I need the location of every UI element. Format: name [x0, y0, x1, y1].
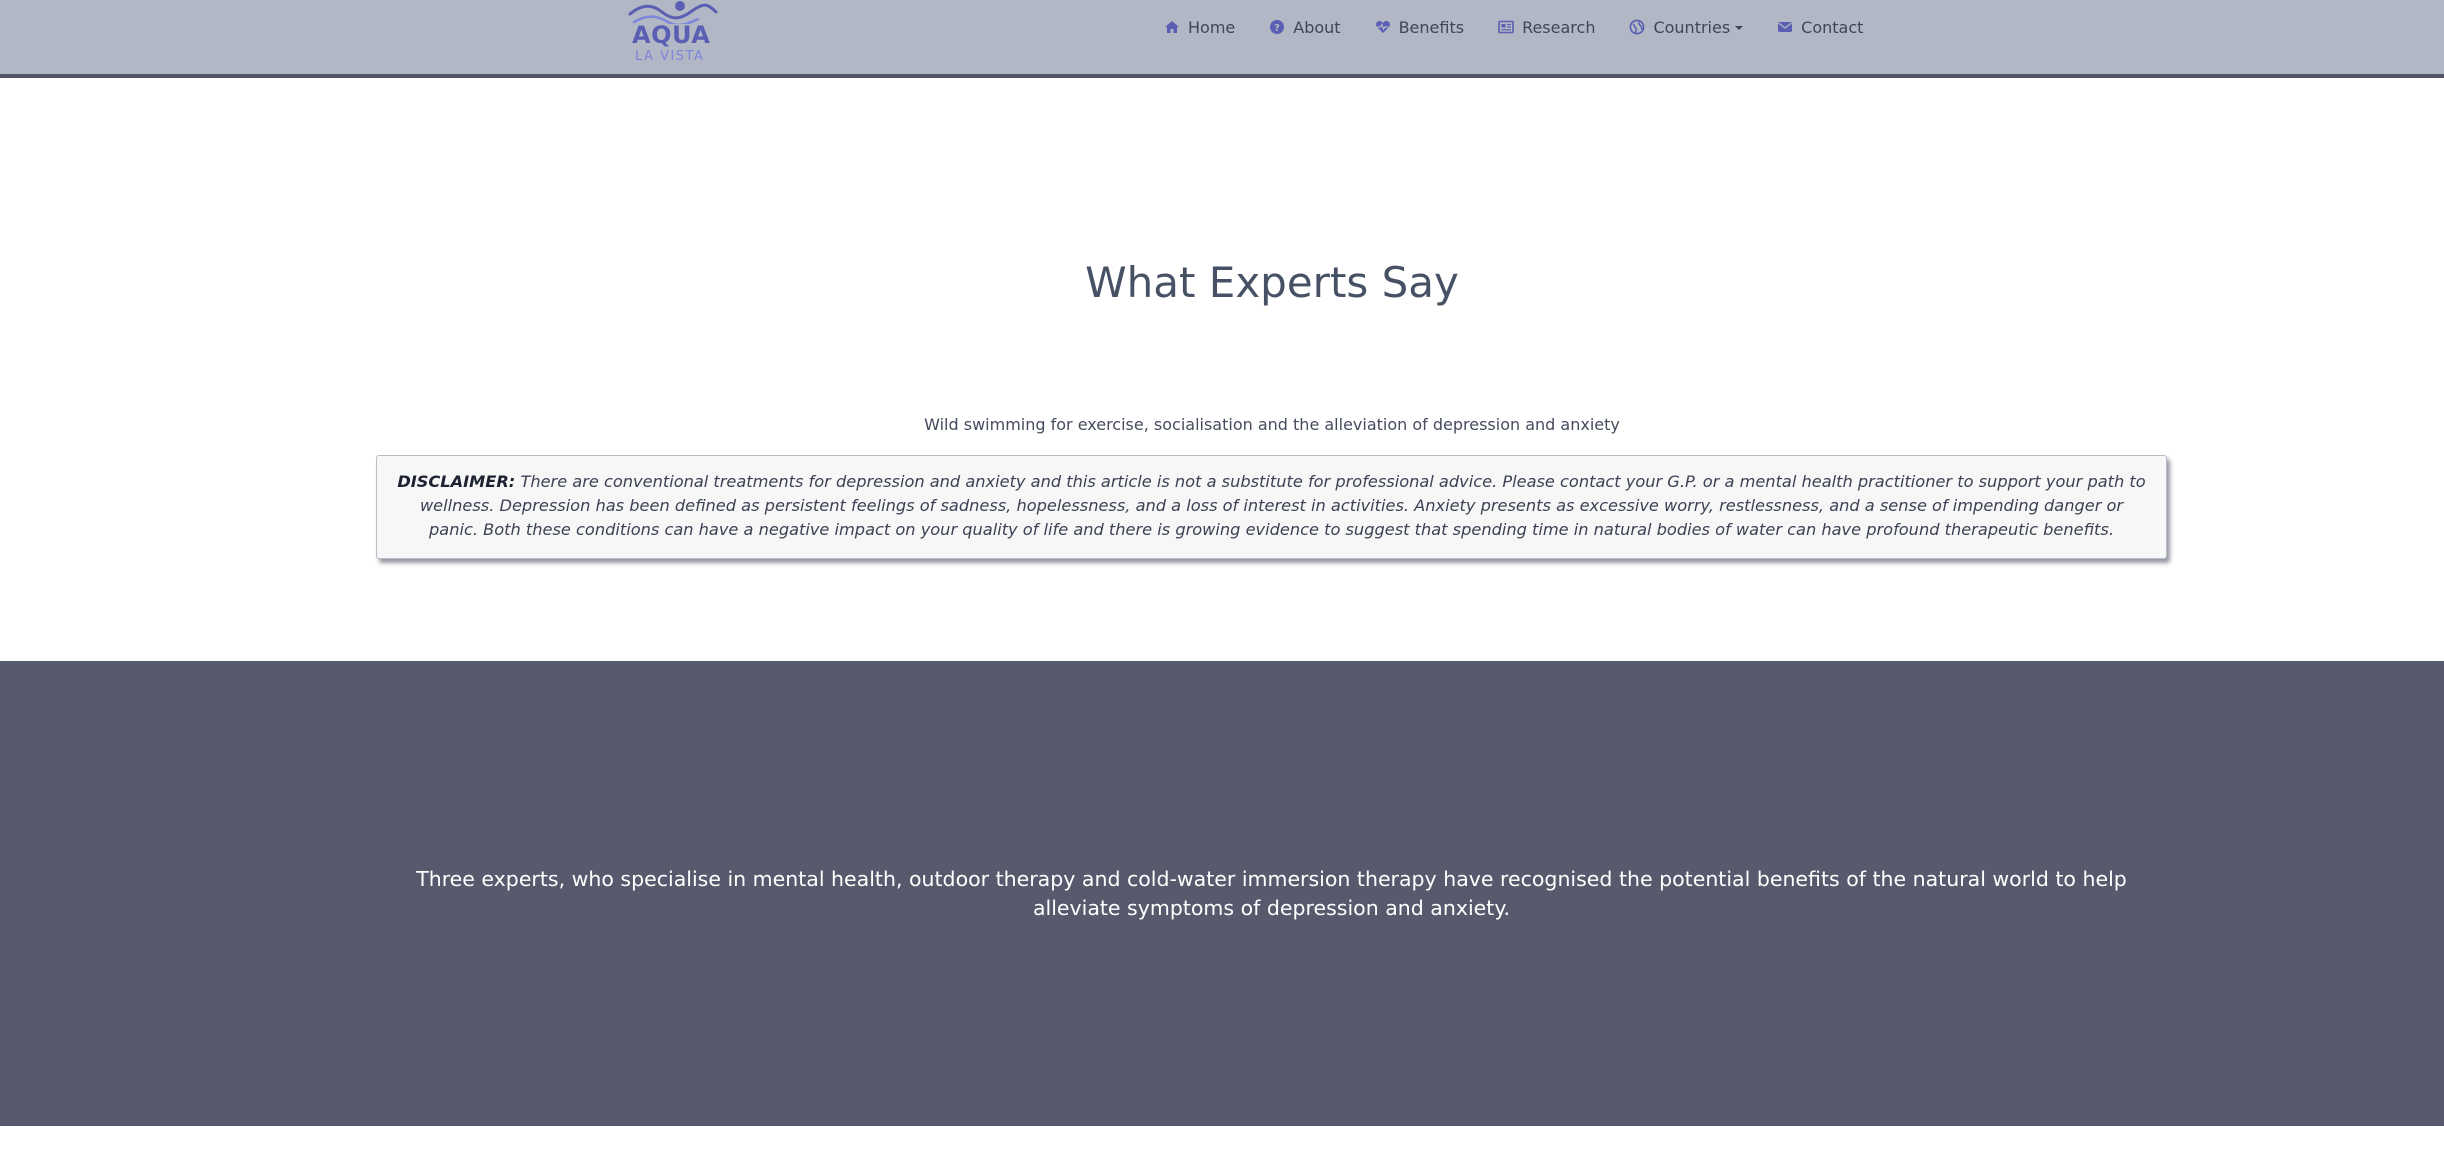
- heartbeat-icon: [1375, 21, 1390, 33]
- brand-tagline: LA VISTA: [635, 49, 705, 64]
- nav-item-label: Home: [1188, 17, 1236, 37]
- main-nav: Home ? About Benefits Research Countries…: [1164, 16, 1863, 38]
- brand-name: AQUA: [632, 21, 711, 49]
- nav-item-label: Contact: [1801, 17, 1864, 37]
- disclaimer-box: DISCLAIMER: There are conventional treat…: [376, 455, 2167, 559]
- nav-item-contact[interactable]: Contact: [1777, 18, 1863, 37]
- nav-item-label: Benefits: [1398, 17, 1465, 37]
- experts-intro-section: Three experts, who specialise in mental …: [0, 661, 2444, 1126]
- nav-item-label: Research: [1522, 17, 1596, 37]
- page-subtitle: Wild swimming for exercise, socialisatio…: [924, 415, 1620, 434]
- globe-icon: [1630, 19, 1645, 35]
- chevron-down-icon: [1735, 26, 1744, 30]
- disclaimer-label: DISCLAIMER:: [397, 472, 516, 491]
- navbar: AQUA LA VISTA Home ? About Benefits Rese…: [0, 0, 2444, 78]
- experts-intro-text: Three experts, who specialise in mental …: [416, 867, 2127, 920]
- nav-item-benefits[interactable]: Benefits: [1375, 17, 1465, 37]
- brand-logo[interactable]: AQUA LA VISTA: [624, 0, 720, 66]
- nav-item-about[interactable]: ? About: [1269, 17, 1341, 37]
- home-icon: [1165, 21, 1179, 33]
- nav-item-label: Countries: [1653, 17, 1731, 37]
- page-title: What Experts Say: [1085, 258, 1459, 307]
- nav-item-home[interactable]: Home: [1164, 18, 1235, 37]
- envelope-icon: [1778, 22, 1793, 32]
- question-circle-icon: ?: [1270, 20, 1285, 34]
- svg-text:?: ?: [1274, 23, 1280, 34]
- disclaimer-text: There are conventional treatments for de…: [419, 472, 2146, 539]
- nav-item-label: About: [1293, 17, 1341, 37]
- nav-item-countries-dropdown[interactable]: Countries: [1629, 17, 1744, 37]
- newspaper-icon: [1498, 20, 1514, 34]
- nav-item-research[interactable]: Research: [1498, 18, 1595, 37]
